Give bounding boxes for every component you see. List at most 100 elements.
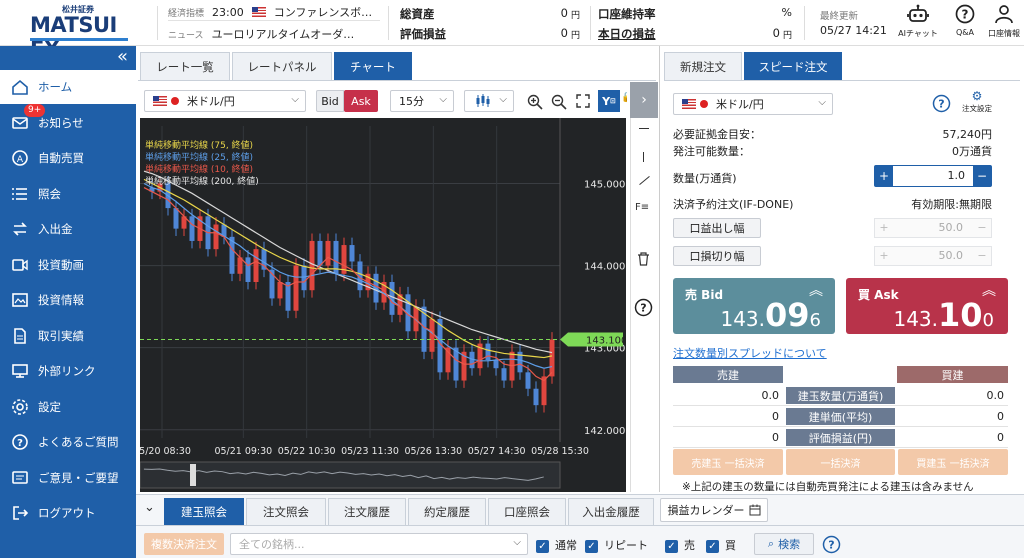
- economic-indicator[interactable]: 経済指標 23:00 コンファレンスボ…: [168, 4, 380, 20]
- bottom-tab-1[interactable]: 建玉照会: [164, 498, 244, 525]
- stop-loss-toggle[interactable]: 口損切り幅: [673, 246, 761, 266]
- sidebar-collapse-button[interactable]: «: [117, 48, 128, 66]
- x-tick-label: 05/27 14:30: [468, 446, 526, 457]
- quantity-stepper[interactable]: + 1.0 −: [874, 165, 992, 187]
- order-settings-button[interactable]: ⚙ 注文設定: [957, 89, 997, 114]
- chart-pair-select[interactable]: 米ドル/円 ⌵: [144, 90, 306, 112]
- help-icon[interactable]: ?: [932, 94, 951, 113]
- logo[interactable]: 松井証券 MATSUI FX: [30, 4, 130, 61]
- help-icon[interactable]: ?: [822, 535, 841, 554]
- search-button[interactable]: ⌕ 検索: [754, 533, 814, 555]
- take-profit-toggle[interactable]: 口益出し幅: [673, 218, 761, 238]
- svg-text:?: ?: [640, 302, 646, 315]
- fibonacci-tool-icon[interactable]: F≡: [635, 202, 649, 213]
- chart-navigator[interactable]: [139, 461, 561, 489]
- checkbox-checked-icon: ✓: [585, 539, 598, 553]
- search-icon: ⌕: [767, 537, 775, 550]
- chevron-right-icon: ›: [641, 92, 647, 108]
- chart-type-select[interactable]: ⌵: [464, 90, 514, 112]
- trend-line-tool-icon[interactable]: [639, 175, 650, 186]
- trash-icon[interactable]: [637, 252, 650, 266]
- candle-body: [213, 224, 219, 250]
- sidebar-item-11[interactable]: ? よくあるご質問: [0, 425, 136, 459]
- sidebar-item-1[interactable]: ホーム: [0, 70, 136, 104]
- sidebar-item-5[interactable]: 入出金: [0, 212, 136, 246]
- tab-rate-panel[interactable]: レートパネル: [232, 52, 332, 80]
- fullscreen-icon[interactable]: [576, 94, 590, 108]
- sidebar-item-3[interactable]: A 自動売買: [0, 141, 136, 175]
- close-all-buy-button[interactable]: 買建玉 一括決済: [898, 449, 1008, 475]
- news-label: ニュース: [168, 30, 204, 41]
- sidebar-item-4[interactable]: 照会: [0, 177, 136, 211]
- tab-speed-order[interactable]: スピード注文: [744, 52, 842, 80]
- stop-loss-stepper[interactable]: + 50.0 −: [874, 246, 992, 266]
- quantity-decrease-button[interactable]: −: [973, 166, 991, 186]
- ask-toggle[interactable]: Ask: [344, 90, 378, 112]
- multi-close-order-button[interactable]: 複数決済注文: [144, 533, 224, 555]
- bottom-tab-3[interactable]: 注文履歴: [328, 498, 406, 525]
- close-all-button[interactable]: 一括決済: [786, 449, 895, 475]
- sidebar-item-10[interactable]: 設定: [0, 390, 136, 424]
- sidebar-item-2[interactable]: お知らせ 9+: [0, 103, 136, 140]
- buy-ask-button[interactable]: 買 Ask ︽ 143.100: [846, 278, 1008, 334]
- price-chart[interactable]: 145.000144.000143.000142.00005/20 08:300…: [133, 118, 627, 492]
- help-icon[interactable]: ?: [634, 298, 653, 317]
- panel-expand-button[interactable]: ›: [630, 82, 658, 118]
- sidebar-item-13[interactable]: ログアウト: [0, 496, 136, 530]
- interval-select[interactable]: 15分 ⌵: [390, 90, 454, 112]
- vertical-line-tool-icon[interactable]: [643, 152, 644, 162]
- order-pair-select[interactable]: 米ドル/円 ⌵: [673, 93, 833, 115]
- navigator-handle[interactable]: [190, 464, 196, 486]
- pl-calendar-button[interactable]: 損益カレンダー: [660, 498, 768, 522]
- ai-chat-button[interactable]: AIチャット: [896, 4, 940, 44]
- y-axis-lock-button[interactable]: Y ⊡: [598, 90, 620, 112]
- tab-new-order[interactable]: 新規注文: [664, 52, 742, 80]
- account-info-button[interactable]: 口座情報: [984, 4, 1024, 44]
- sidebar-item-9[interactable]: 外部リンク: [0, 354, 136, 388]
- zoom-out-icon[interactable]: [551, 94, 567, 110]
- sidebar-item-7[interactable]: 投資情報: [0, 283, 136, 317]
- take-profit-stepper[interactable]: + 50.0 −: [874, 218, 992, 238]
- qa-button[interactable]: ? Q&A: [948, 4, 982, 44]
- jp-flag-icon: [171, 97, 179, 105]
- symbol-search-input[interactable]: 全ての銘柄... ⌵: [230, 533, 528, 555]
- last-update-label: 最終更新: [820, 11, 859, 22]
- sidebar-item-8[interactable]: 取引実績: [0, 319, 136, 353]
- tab-rate-list[interactable]: レート一覧: [140, 52, 230, 80]
- today-pl-link[interactable]: 本日の損益: [598, 27, 656, 41]
- quantity-increase-button[interactable]: +: [875, 166, 893, 186]
- bottom-tab-2[interactable]: 注文照会: [246, 498, 326, 525]
- filter-checkbox-3[interactable]: ✓ 売: [665, 537, 695, 553]
- sidebar-item-label: 入出金: [38, 222, 73, 236]
- sidebar-item-12[interactable]: ご意見・ご要望: [0, 461, 136, 495]
- svg-text:?: ?: [17, 438, 23, 449]
- horizontal-line-tool-icon[interactable]: [639, 128, 649, 129]
- gear-icon: [10, 398, 30, 416]
- position-note: ※上記の建玉の数量には自動売買発注による建玉は含みません: [682, 481, 974, 493]
- bottom-tab-6[interactable]: 入出金履歴: [568, 498, 654, 525]
- bottom-tab-4[interactable]: 約定履歴: [408, 498, 486, 525]
- bid-toggle[interactable]: Bid: [316, 90, 344, 112]
- panel-collapse-icon[interactable]: ⌄: [144, 500, 155, 515]
- bottom-tab-5[interactable]: 口座照会: [488, 498, 566, 525]
- jp-flag-icon: [700, 100, 708, 108]
- ifdone-label: 決済予約注文(IF-DONE): [673, 198, 794, 211]
- candlestick-icon: [476, 94, 490, 107]
- filter-checkbox-1[interactable]: ✓ 通常: [536, 537, 577, 553]
- today-pl[interactable]: 本日の損益 0 円: [598, 26, 792, 42]
- spread-info-link[interactable]: 注文数量別スプレッドについて: [673, 345, 827, 361]
- chevron-down-icon: ⌵: [291, 94, 299, 105]
- sidebar-item-6[interactable]: 投資動画: [0, 248, 136, 282]
- quantity-value[interactable]: 1.0: [895, 169, 966, 182]
- sidebar-item-label: 投資動画: [38, 257, 84, 272]
- close-all-sell-button[interactable]: 売建玉 一括決済: [673, 449, 783, 475]
- user-icon: [995, 5, 1013, 24]
- lock-icon[interactable]: 🔒: [621, 92, 627, 110]
- zoom-in-icon[interactable]: [527, 94, 543, 110]
- news-ticker[interactable]: ニュース ユーロリアルタイムオーダ…: [168, 26, 380, 42]
- sell-bid-button[interactable]: 売 Bid ︽ 143.096: [673, 278, 835, 334]
- tab-chart[interactable]: チャート: [334, 52, 412, 80]
- filter-checkbox-2[interactable]: ✓ リピート: [585, 537, 648, 553]
- filter-checkbox-4[interactable]: ✓ 買: [706, 537, 736, 553]
- chart-canvas[interactable]: 145.000144.000143.000142.00005/20 08:300…: [133, 118, 627, 492]
